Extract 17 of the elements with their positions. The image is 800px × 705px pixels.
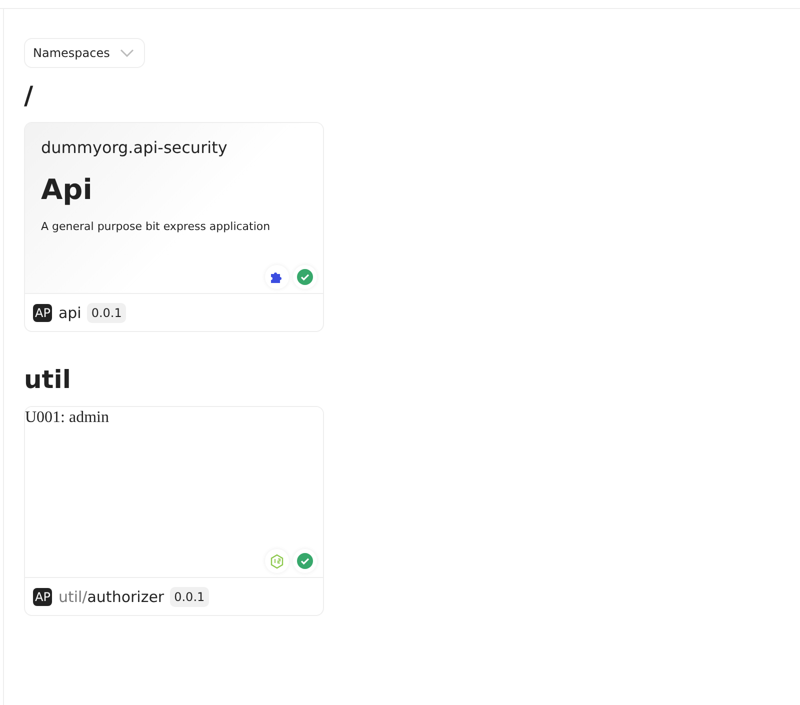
section-heading: util xyxy=(24,366,72,394)
version-tag: 0.0.1 xyxy=(87,302,126,322)
owner-avatar: AP xyxy=(33,588,52,606)
preview-text: U001: admin xyxy=(25,409,109,427)
component-card[interactable]: U001: admin AP util/authorizer 0.0.1 xyxy=(24,406,324,616)
component-scope: dummyorg.api-security xyxy=(41,138,228,157)
component-name: util/authorizer xyxy=(58,588,164,606)
component-name: api xyxy=(58,304,82,322)
puzzle-icon xyxy=(265,265,289,289)
version-tag: 0.0.1 xyxy=(170,586,209,606)
component-title: Api xyxy=(41,173,94,206)
section-heading: / xyxy=(24,82,34,110)
owner-avatar: AP xyxy=(33,304,52,322)
component-description: A general purpose bit express application xyxy=(41,220,272,233)
chevron-down-icon xyxy=(120,49,134,57)
namespaces-dropdown[interactable]: Namespaces xyxy=(24,38,145,68)
component-card[interactable]: dummyorg.api-security Api A general purpose bit express application AP api 0.0.1 xyxy=(24,122,324,332)
